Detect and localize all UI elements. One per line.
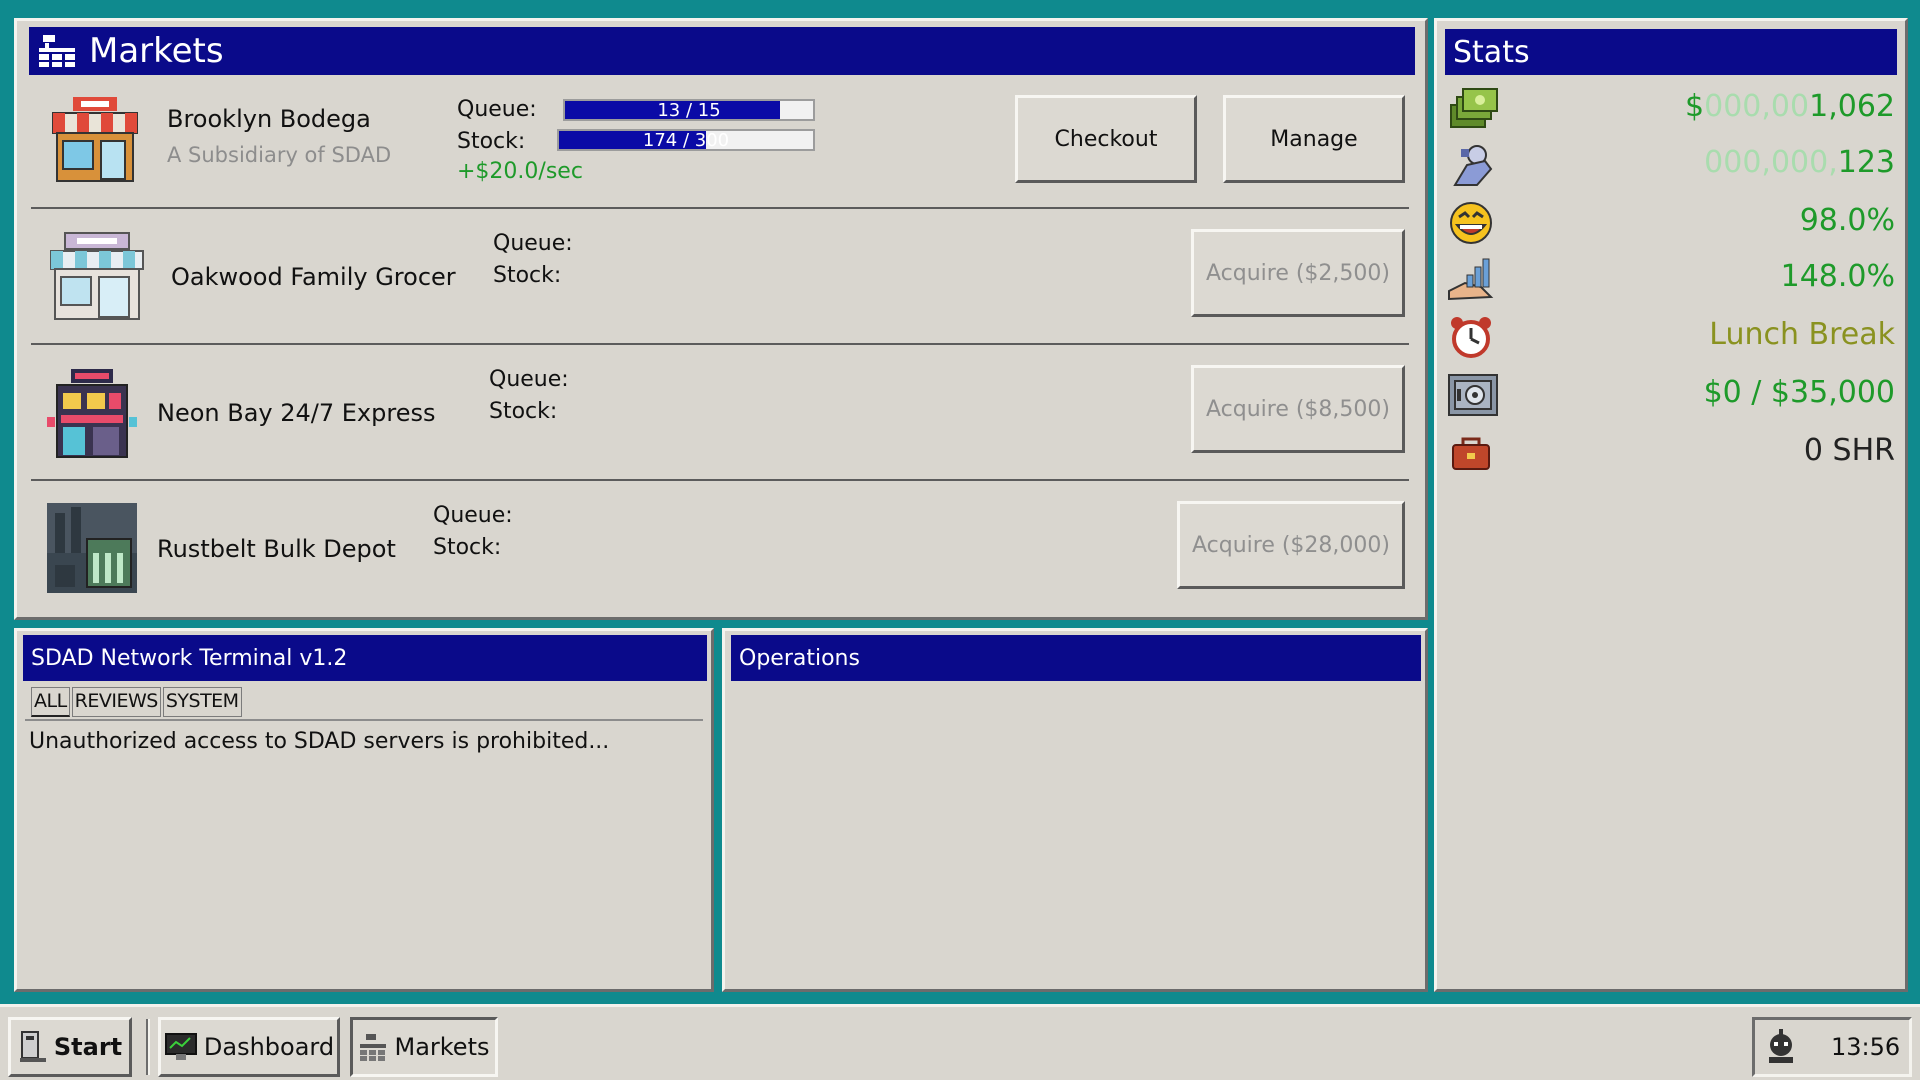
queue-progress-bar: 13 / 15 [563, 99, 815, 121]
clock-time: 13:56 [1831, 1033, 1901, 1061]
start-button[interactable]: Start [8, 1017, 132, 1077]
tabs-divider [25, 719, 703, 721]
acquire-button[interactable]: Acquire ($2,500) [1191, 229, 1405, 317]
terminal-tabs: ALL REVIEWS SYSTEM [31, 687, 244, 717]
terminal-title: SDAD Network Terminal v1.2 [31, 645, 348, 671]
taskbar-item-dashboard[interactable]: Dashboard [158, 1017, 340, 1077]
system-tray: 13:56 [1752, 1017, 1912, 1077]
store-row-brooklyn-bodega: Brooklyn Bodega A Subsidiary of SDAD Que… [31, 81, 1409, 209]
money-faded-digits: 000,00 [1704, 89, 1810, 124]
queue-label: Queue: [457, 97, 537, 122]
queue-progress-text: 13 / 15 [657, 100, 721, 121]
vault-safe-icon [1448, 374, 1498, 416]
stat-money: $000,001,062 [1447, 83, 1895, 133]
manage-button[interactable]: Manage [1223, 95, 1405, 183]
tab-reviews[interactable]: REVIEWS [71, 687, 161, 717]
stock-label: Stock: [489, 399, 558, 424]
stock-label: Stock: [493, 263, 562, 288]
briefcase-icon [1452, 437, 1490, 470]
tab-system[interactable]: SYSTEM [162, 687, 242, 717]
money-prefix: $ [1685, 89, 1705, 124]
checkout-button[interactable]: Checkout [1015, 95, 1197, 183]
acquire-button[interactable]: Acquire ($28,000) [1177, 501, 1405, 589]
start-label: Start [53, 1033, 123, 1061]
customers-value: 000,000,123 [1704, 145, 1895, 180]
store-row-neon-bay-express: Neon Bay 24/7 Express Queue: Stock: Acqu… [31, 353, 1409, 481]
customers-digits: 123 [1837, 145, 1895, 180]
customers-faded-digits: 000,000, [1704, 145, 1838, 180]
stat-vault: $0 / $35,000 [1447, 369, 1895, 419]
stats-title: Stats [1453, 34, 1530, 70]
stats-titlebar: Stats [1445, 29, 1897, 75]
terminal-titlebar: SDAD Network Terminal v1.2 [23, 635, 707, 681]
taskbar-item-markets[interactable]: Markets [350, 1017, 498, 1077]
acquire-button[interactable]: Acquire ($8,500) [1191, 365, 1405, 453]
store-name: Brooklyn Bodega [167, 105, 371, 133]
store-row-oakwood-family-grocer: Oakwood Family Grocer Queue: Stock: Acqu… [31, 217, 1409, 345]
markets-icon [360, 1034, 387, 1061]
store-name: Rustbelt Bulk Depot [157, 535, 396, 563]
happiness-value: 98.0% [1799, 203, 1895, 238]
tray-robot-icon[interactable] [1761, 1029, 1801, 1065]
operations-title: Operations [739, 645, 860, 671]
taskbar-item-label: Markets [394, 1033, 490, 1061]
stats-window: Stats $000,001,062 000,000,123 98.0% 148… [1434, 18, 1908, 992]
stat-status: Lunch Break [1447, 311, 1895, 361]
taskbar-item-label: Dashboard [203, 1033, 335, 1061]
operations-window: Operations [722, 628, 1428, 992]
income-rate: +$20.0/sec [457, 159, 583, 184]
money-digits: 1,062 [1809, 89, 1895, 124]
stat-shares: 0 SHR [1447, 427, 1895, 477]
customers-icon [1453, 145, 1493, 186]
computer-icon [19, 1031, 46, 1062]
markets-titlebar: Markets [29, 27, 1415, 75]
growth-value: 148.0% [1780, 259, 1895, 294]
growth-chart-icon [1448, 258, 1494, 301]
dashboard-icon [164, 1033, 197, 1060]
stock-label: Stock: [457, 129, 526, 154]
store-name: Oakwood Family Grocer [171, 263, 456, 291]
status-value: Lunch Break [1709, 317, 1895, 352]
vault-value: $0 / $35,000 [1703, 375, 1895, 410]
queue-label: Queue: [489, 367, 569, 392]
laughing-face-icon [1450, 202, 1492, 244]
stat-growth: 148.0% [1447, 253, 1895, 303]
stat-customers: 000,000,123 [1447, 139, 1895, 189]
convenience-store-icon [47, 369, 137, 458]
alarm-clock-icon [1451, 317, 1491, 358]
markets-grid-icon [39, 35, 75, 67]
shares-value: 0 SHR [1803, 433, 1895, 468]
store-icon [50, 232, 144, 320]
stock-progress-bar: 174 / 300 [557, 129, 815, 151]
store-name: Neon Bay 24/7 Express [157, 399, 436, 427]
store-row-rustbelt-bulk-depot: Rustbelt Bulk Depot Queue: Stock: Acquir… [31, 489, 1409, 617]
taskbar: Start Dashboard Markets 13:56 [0, 1004, 1920, 1080]
queue-label: Queue: [433, 503, 513, 528]
stock-label: Stock: [433, 535, 502, 560]
markets-title: Markets [89, 31, 224, 71]
money-icon [1450, 88, 1498, 128]
operations-titlebar: Operations [731, 635, 1421, 681]
taskbar-separator [146, 1019, 150, 1075]
terminal-window: SDAD Network Terminal v1.2 ALL REVIEWS S… [14, 628, 714, 992]
shop-icon [52, 97, 138, 182]
tab-all[interactable]: ALL [31, 687, 70, 717]
warehouse-icon [47, 503, 137, 593]
stat-happiness: 98.0% [1447, 197, 1895, 247]
queue-label: Queue: [493, 231, 573, 256]
money-value: $000,001,062 [1685, 89, 1895, 124]
terminal-log-line: Unauthorized access to SDAD servers is p… [29, 729, 610, 754]
store-subtitle: A Subsidiary of SDAD [167, 143, 392, 167]
markets-window: Markets Brooklyn Bodega A Subsidiary of … [14, 18, 1428, 620]
stock-progress-text: 174 / 300 [642, 130, 730, 151]
